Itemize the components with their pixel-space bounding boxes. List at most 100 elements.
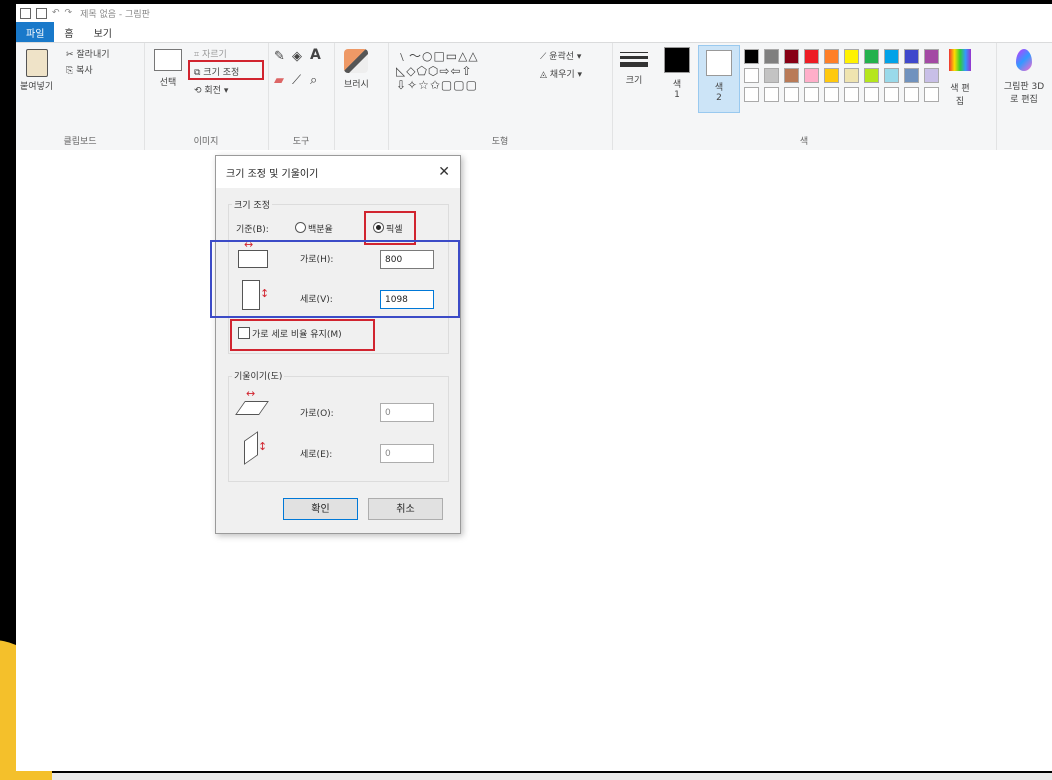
cut-label: 잘라내기: [76, 50, 110, 60]
tab-view[interactable]: 보기: [84, 22, 122, 42]
palette-swatch[interactable]: [784, 49, 799, 64]
redo-icon[interactable]: ↷: [65, 8, 73, 18]
tab-file[interactable]: 파일: [16, 22, 55, 42]
magnifier-icon[interactable]: ⌕: [310, 73, 317, 88]
palette-swatch[interactable]: [744, 68, 759, 83]
palette-swatch[interactable]: [764, 49, 779, 64]
colors-group-label: 색: [799, 137, 809, 147]
palette-swatch[interactable]: [744, 87, 759, 102]
brush-icon: [344, 49, 369, 73]
edit-colors-label: 색 편집: [950, 84, 970, 107]
brush-group: 브러시: [334, 43, 389, 151]
paste-button[interactable]: 붙여넣기: [20, 49, 53, 92]
tab-home[interactable]: 홈: [54, 22, 83, 42]
shapes-row-1: ﹨〜○□▭△△: [396, 49, 479, 63]
cancel-button[interactable]: 취소: [368, 498, 443, 520]
select-button[interactable]: 선택: [154, 49, 182, 88]
palette-swatch[interactable]: [904, 49, 919, 64]
palette-swatch[interactable]: [904, 87, 919, 102]
palette-swatch[interactable]: [824, 49, 839, 64]
height-label: 세로(V):: [300, 295, 333, 305]
tools-group-label: 도구: [292, 137, 310, 147]
palette-swatch[interactable]: [764, 87, 779, 102]
percent-label[interactable]: 백분율: [308, 222, 333, 235]
percent-radio[interactable]: [295, 222, 306, 233]
width-label: 가로(H):: [300, 255, 334, 265]
pencil-icon[interactable]: ✎: [274, 49, 285, 64]
brush-label: 브러시: [344, 80, 369, 90]
edit-colors-button[interactable]: 색 편집: [948, 49, 972, 107]
palette-swatch[interactable]: [784, 68, 799, 83]
skew-h-input[interactable]: 0: [380, 403, 434, 422]
resize-skew-dialog: 크기 조정 및 기울이기 ✕ 크기 조정 기준(B): 백분율 픽셀 ↔ 가로(…: [210, 155, 461, 534]
palette-swatch[interactable]: [844, 49, 859, 64]
paint3d-button[interactable]: 그림판 3D로 편집: [1002, 49, 1046, 105]
tools-group: ✎ ◈ A ▰ ⟋ ⌕ 도구: [268, 43, 335, 151]
palette-swatch[interactable]: [924, 87, 939, 102]
skew-v-input[interactable]: 0: [380, 444, 434, 463]
text-icon[interactable]: A: [310, 47, 321, 63]
paint3d-label: 그림판 3D로 편집: [1003, 82, 1045, 105]
resize-group-label: 크기 조정: [232, 198, 272, 211]
rotate-button[interactable]: ⟲ 회전 ▾: [194, 83, 228, 96]
dialog-title: 크기 조정 및 기울이기: [226, 168, 319, 180]
color-picker-icon[interactable]: ⟋: [292, 73, 301, 88]
palette-swatch[interactable]: [864, 68, 879, 83]
palette-swatch[interactable]: [844, 87, 859, 102]
outline-button[interactable]: ⟋ 윤곽선 ▾: [540, 49, 581, 62]
color1-label: 색: [672, 80, 682, 90]
palette-swatch[interactable]: [824, 68, 839, 83]
ok-button[interactable]: 확인: [283, 498, 358, 520]
palette-swatch[interactable]: [884, 49, 899, 64]
skew-h-arrow-icon: ↔: [246, 387, 256, 400]
close-icon[interactable]: ✕: [438, 164, 450, 180]
rotate-icon: ⟲: [194, 86, 205, 96]
paste-label: 붙여넣기: [20, 82, 54, 92]
palette-swatch[interactable]: [824, 87, 839, 102]
palette-swatch[interactable]: [844, 68, 859, 83]
shapes-group: ﹨〜○□▭△△ ◺◇⬠⬡⇨⇦⇧ ⇩✧☆✩▢▢▢ ⟋ 윤곽선 ▾ ◬ 채우기 ▾ …: [388, 43, 613, 151]
palette-swatch[interactable]: [744, 49, 759, 64]
palette-swatch[interactable]: [924, 49, 939, 64]
cut-button[interactable]: ✂ 잘라내기: [66, 47, 110, 60]
fill-button[interactable]: ◬ 채우기 ▾: [540, 67, 582, 80]
copy-label: 복사: [76, 66, 93, 76]
size-label: 크기: [625, 76, 643, 86]
palette-swatch[interactable]: [884, 68, 899, 83]
outline-label: 윤곽선 ▾: [549, 52, 582, 62]
shapes-gallery[interactable]: ﹨〜○□▭△△ ◺◇⬠⬡⇨⇦⇧ ⇩✧☆✩▢▢▢: [396, 47, 479, 92]
drawing-canvas[interactable]: [16, 150, 1052, 771]
palette-swatch[interactable]: [784, 87, 799, 102]
palette-swatch[interactable]: [804, 68, 819, 83]
copy-button[interactable]: ⎘ 복사: [66, 63, 93, 76]
color1-button[interactable]: 색 1: [664, 47, 690, 100]
height-input[interactable]: 1098: [380, 290, 434, 309]
color2-swatch: [706, 50, 732, 76]
palette-swatch[interactable]: [804, 87, 819, 102]
skew-fieldset: [228, 376, 449, 482]
copy-icon: ⎘: [66, 66, 77, 76]
save-icon[interactable]: [36, 7, 47, 19]
palette-swatch[interactable]: [864, 87, 879, 102]
palette-swatch[interactable]: [804, 49, 819, 64]
fill-label: 채우기 ▾: [549, 70, 583, 80]
palette-swatch[interactable]: [864, 49, 879, 64]
width-input[interactable]: 800: [380, 250, 434, 269]
palette-swatch[interactable]: [904, 68, 919, 83]
color1-num: 1: [674, 90, 680, 100]
clipboard-group-label: 클립보드: [63, 137, 97, 147]
palette-swatch[interactable]: [884, 87, 899, 102]
undo-icon[interactable]: ↶: [52, 8, 60, 18]
brush-button[interactable]: 브러시: [344, 49, 369, 90]
size-button[interactable]: 크기: [620, 49, 648, 86]
crop-button[interactable]: ⌗ 자르기: [194, 47, 227, 60]
ribbon: 붙여넣기 ✂ 잘라내기 ⎘ 복사 클립보드 선택 ⌗ 자르기 ⧉ 크기 조정 ⟲…: [16, 42, 1052, 152]
eraser-icon[interactable]: ▰: [274, 73, 284, 88]
fill-icon[interactable]: ◈: [292, 49, 302, 64]
line-size-icon: [620, 52, 648, 67]
dialog-title-bar: 크기 조정 및 기울이기 ✕: [216, 156, 460, 188]
palette-swatch[interactable]: [924, 68, 939, 83]
color2-button[interactable]: 색 2: [698, 45, 740, 113]
image-group: 선택 ⌗ 자르기 ⧉ 크기 조정 ⟲ 회전 ▾ 이미지: [144, 43, 269, 151]
palette-swatch[interactable]: [764, 68, 779, 83]
